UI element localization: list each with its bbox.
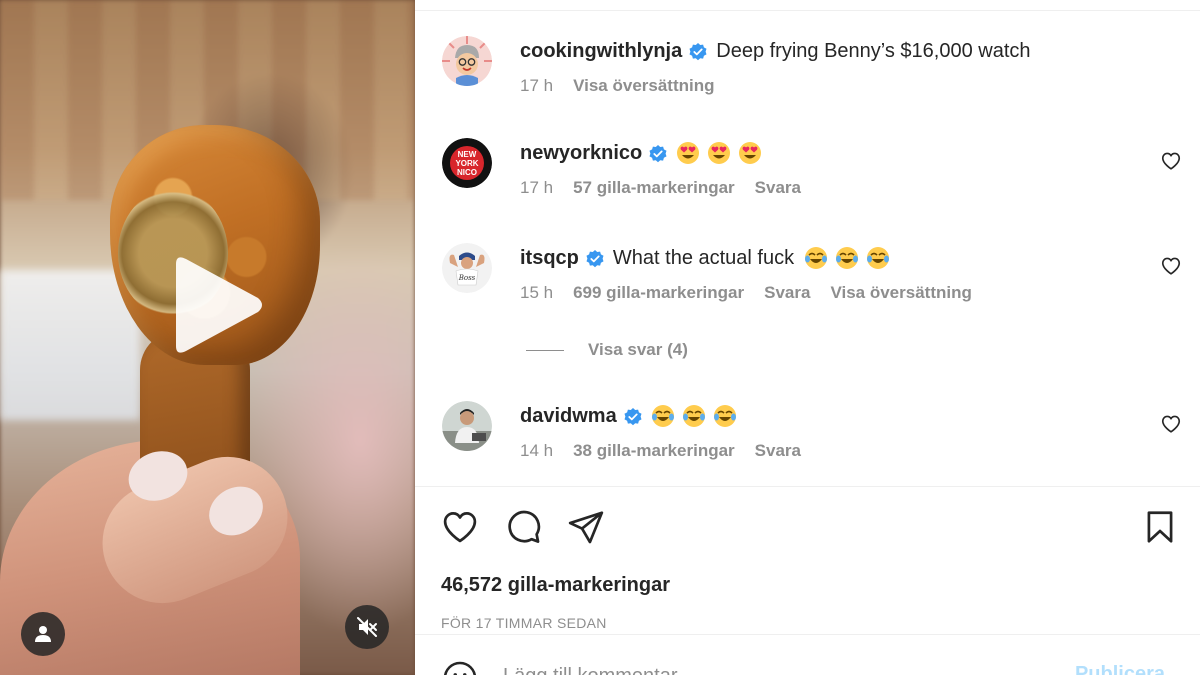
username[interactable]: davidwma <box>520 401 617 431</box>
tears-of-joy-emoji <box>835 246 859 270</box>
comments-panel: cookingwithlynja Deep frying Benny’s $16… <box>415 0 1200 675</box>
add-comment-row: Publicera <box>441 655 1191 675</box>
verified-badge-icon <box>688 41 708 61</box>
username[interactable]: newyorknico <box>520 138 642 168</box>
divider <box>415 486 1200 487</box>
post-actions <box>441 508 1191 548</box>
avatar[interactable] <box>442 36 492 86</box>
like-comment-heart-icon[interactable] <box>1160 255 1182 277</box>
heart-eyes-emoji <box>738 141 762 165</box>
verified-badge-icon <box>623 406 643 426</box>
likes-count[interactable]: 699 gilla-markeringar <box>573 283 744 303</box>
likes-count[interactable]: 57 gilla-markeringar <box>573 178 735 198</box>
svg-text:Boss: Boss <box>458 274 476 282</box>
see-translation-button[interactable]: Visa översättning <box>830 283 971 303</box>
post-video[interactable] <box>0 0 415 675</box>
avatar[interactable]: NEW YORK NICO <box>442 138 492 188</box>
divider <box>415 634 1200 635</box>
tears-of-joy-emoji <box>713 404 737 428</box>
username[interactable]: itsqcp <box>520 243 579 273</box>
heart-icon[interactable] <box>441 508 479 546</box>
muted-speaker-icon[interactable] <box>345 605 389 649</box>
view-replies-label: Visa svar (4) <box>588 340 688 359</box>
heart-eyes-emoji <box>707 141 731 165</box>
svg-text:YORK: YORK <box>455 159 478 168</box>
tears-of-joy-emoji <box>804 246 828 270</box>
heart-eyes-emoji <box>676 141 700 165</box>
tears-of-joy-emoji <box>651 404 675 428</box>
bookmark-icon[interactable] <box>1141 508 1179 546</box>
tears-of-joy-emoji <box>866 246 890 270</box>
play-icon[interactable] <box>162 252 266 358</box>
view-replies-button[interactable]: Visa svar (4) <box>526 340 688 360</box>
reply-button[interactable]: Svara <box>755 441 801 461</box>
divider <box>415 10 1200 11</box>
comment-item: Boss itsqcp What the actual fuck 15 h 69… <box>442 243 1182 313</box>
tears-of-joy-emoji <box>682 404 706 428</box>
username[interactable]: cookingwithlynja <box>520 36 682 66</box>
comment-text: What the actual fuck <box>612 247 795 269</box>
svg-text:NICO: NICO <box>457 168 477 177</box>
timestamp: 17 h <box>520 76 554 95</box>
likes-count[interactable]: 38 gilla-markeringar <box>573 441 735 461</box>
caption-text: Deep frying Benny’s $16,000 watch <box>716 40 1031 62</box>
paper-plane-icon[interactable] <box>567 508 605 546</box>
verified-badge-icon <box>585 248 605 268</box>
avatar[interactable] <box>442 401 492 451</box>
timestamp: 15 h <box>520 283 554 302</box>
user-icon[interactable] <box>21 612 65 656</box>
avatar[interactable]: Boss <box>442 243 492 293</box>
reply-button[interactable]: Svara <box>764 283 810 303</box>
verified-badge-icon <box>648 143 668 163</box>
comment-item: NEW YORK NICO newyorknico 17 h 57 gilla-… <box>442 138 1182 208</box>
like-comment-heart-icon[interactable] <box>1160 413 1182 435</box>
comment-icon[interactable] <box>504 508 542 546</box>
publish-button[interactable]: Publicera <box>1075 663 1165 675</box>
emoji-picker-icon[interactable] <box>441 659 479 675</box>
post-timestamp: FÖR 17 TIMMAR SEDAN <box>441 615 607 631</box>
post-likes-count[interactable]: 46,572 gilla-markeringar <box>441 574 670 597</box>
timestamp: 17 h <box>520 178 554 197</box>
caption: cookingwithlynja Deep frying Benny’s $16… <box>442 36 1182 106</box>
add-comment-input[interactable] <box>503 661 1023 675</box>
svg-text:NEW: NEW <box>458 150 477 159</box>
reply-button[interactable]: Svara <box>755 178 801 198</box>
comment-item: davidwma 14 h 38 gilla-markeringar Svara <box>442 401 1182 471</box>
like-comment-heart-icon[interactable] <box>1160 150 1182 172</box>
instagram-post-view: cookingwithlynja Deep frying Benny’s $16… <box>0 0 1200 675</box>
see-translation-button[interactable]: Visa översättning <box>573 76 714 96</box>
timestamp: 14 h <box>520 441 554 460</box>
